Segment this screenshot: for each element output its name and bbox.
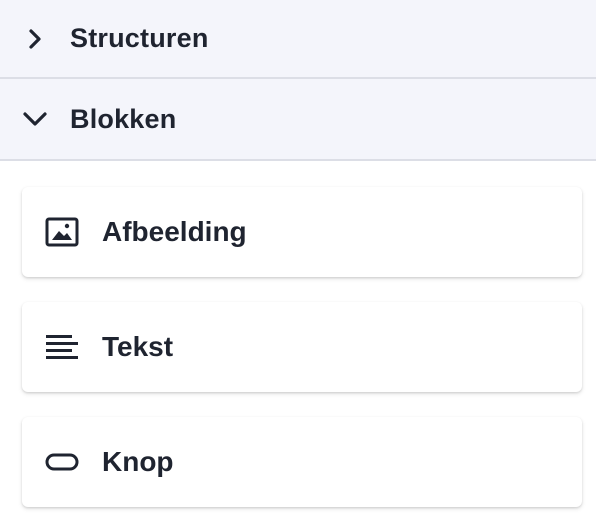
block-knop-label: Knop [102, 446, 174, 477]
section-structuren-label: Structuren [70, 23, 209, 53]
chevron-down-icon [18, 102, 52, 136]
block-tekst-label: Tekst [102, 331, 174, 362]
text-lines-icon [45, 330, 79, 364]
image-icon [45, 215, 79, 249]
button-icon [45, 445, 79, 479]
section-blokken-header[interactable]: Blokken [0, 79, 596, 161]
blocks-panel: Structuren Blokken Afbeelding Tekst Knop [0, 0, 596, 524]
block-afbeelding-label: Afbeelding [102, 216, 247, 247]
chevron-right-icon [18, 22, 52, 56]
blocks-list: Afbeelding Tekst Knop [0, 161, 596, 507]
block-tekst[interactable]: Tekst [22, 302, 582, 392]
section-blokken-label: Blokken [70, 103, 177, 134]
section-structuren-header[interactable]: Structuren [0, 0, 596, 79]
block-knop[interactable]: Knop [22, 417, 582, 507]
block-afbeelding[interactable]: Afbeelding [22, 187, 582, 277]
